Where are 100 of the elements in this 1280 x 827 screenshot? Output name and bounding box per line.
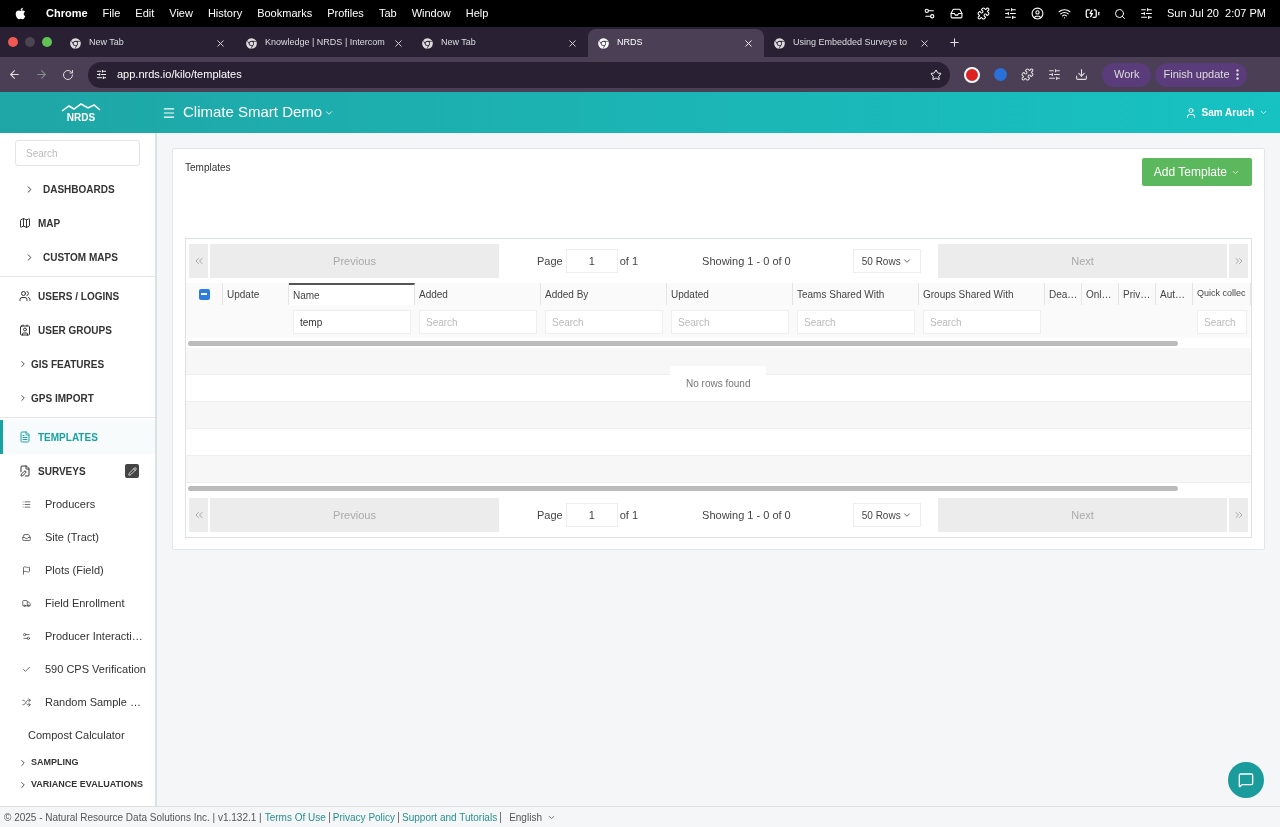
site-settings-icon[interactable]: [96, 69, 107, 80]
sidebar-item[interactable]: USERS / LOGINS: [0, 279, 155, 313]
menubar-clock: Sun Jul 20 2:07 PM: [1166, 6, 1266, 22]
select-all-checkbox[interactable]: [198, 288, 210, 300]
sidebar-item[interactable]: GPS IMPORT: [0, 381, 155, 415]
menu-item[interactable]: Profiles: [327, 5, 364, 22]
column-filter-field[interactable]: Search: [923, 310, 1041, 335]
menu-item[interactable]: Bookmarks: [257, 5, 313, 22]
language-select[interactable]: English: [509, 809, 556, 825]
reload-icon[interactable]: [62, 68, 74, 81]
sidebar-item[interactable]: Producer Interacti…: [0, 620, 155, 653]
page-label: Page: [537, 507, 563, 523]
footer-link[interactable]: Support and Tutorials: [402, 809, 498, 825]
download-icon[interactable]: [1075, 68, 1088, 81]
new-tab-icon[interactable]: [948, 36, 961, 49]
truck-icon: [22, 599, 31, 608]
sidebar-item[interactable]: Site (Tract): [0, 521, 155, 554]
close-icon[interactable]: [392, 37, 404, 49]
map-icon: [19, 217, 31, 229]
close-icon[interactable]: [215, 37, 226, 49]
caret-icon: [1259, 108, 1268, 117]
horizontal-scrollbar[interactable]: [188, 485, 1178, 491]
page-input[interactable]: 1: [565, 503, 618, 527]
menu-item[interactable]: Edit: [135, 5, 155, 22]
close-icon[interactable]: [567, 37, 578, 49]
chevron-right-icon: [18, 780, 28, 790]
browser-tab[interactable]: Knowledge | NRDS | Intercom: [236, 29, 412, 57]
tray-icon: [22, 533, 31, 542]
puzzle-icon[interactable]: [1021, 68, 1034, 81]
users-icon: [19, 290, 31, 302]
star-icon[interactable]: [930, 68, 942, 81]
document-icon: [19, 431, 31, 443]
column-filter-field[interactable]: Search: [797, 310, 915, 335]
close-icon[interactable]: [743, 37, 754, 49]
forward-icon[interactable]: [35, 68, 48, 81]
browser-tab[interactable]: New Tab: [412, 29, 588, 57]
menu-item[interactable]: History: [207, 5, 243, 22]
profile-button[interactable]: Work: [1102, 62, 1152, 87]
search-icon[interactable]: [1113, 7, 1126, 20]
sidebar-item[interactable]: DASHBOARDS: [0, 172, 155, 206]
sidebar-item[interactable]: 590 CPS Verification: [0, 653, 155, 686]
rows-select[interactable]: 50 Rows: [852, 249, 921, 273]
sidebar-item[interactable]: USER GROUPS: [0, 313, 155, 347]
chat-icon: [1238, 772, 1254, 788]
chat-button[interactable]: [1228, 762, 1264, 798]
column-filter-field[interactable]: Search: [1197, 310, 1247, 335]
status-icon[interactable]: [976, 7, 990, 20]
sliders-icon: [22, 632, 31, 641]
sidebar-item[interactable]: GIS FEATURES: [0, 347, 155, 381]
column-filter-field[interactable]: temp: [293, 310, 411, 335]
double-chevron-right-icon: [1232, 509, 1245, 521]
menu-item[interactable]: File: [102, 5, 121, 22]
status-icon[interactable]: [922, 7, 936, 20]
menu-item[interactable]: Tab: [378, 5, 397, 22]
menu-item[interactable]: Window: [411, 5, 451, 22]
address-field[interactable]: app.nrds.io/kilo/templates: [88, 61, 950, 88]
finish-update-button[interactable]: Finish update: [1155, 62, 1247, 87]
column-filter-field[interactable]: Search: [419, 310, 537, 335]
menu-app-name[interactable]: Chrome: [46, 5, 88, 22]
sidebar-item[interactable]: Plots (Field): [0, 554, 155, 587]
browser-tab[interactable]: New Tab: [60, 29, 236, 57]
close-icon[interactable]: [919, 37, 930, 49]
sidebar-item[interactable]: VARIANCE EVALUATIONS: [0, 774, 155, 796]
sidebar-search-field[interactable]: Search: [15, 140, 140, 166]
menu-item[interactable]: View: [169, 5, 193, 22]
battery-icon[interactable]: [1084, 6, 1100, 21]
sidebar-item[interactable]: SURVEYS: [0, 454, 155, 488]
wifi-icon[interactable]: [1057, 7, 1071, 20]
sidebar-item[interactable]: Producers: [0, 488, 155, 521]
sidebar-item[interactable]: Random Sample …: [0, 686, 155, 719]
column-filter-field[interactable]: Search: [671, 310, 789, 335]
status-icon[interactable]: [949, 7, 963, 20]
globe-icon: [246, 37, 257, 49]
extension-icon[interactable]: [964, 66, 980, 83]
browser-tab[interactable]: Using Embedded Surveys to: [764, 29, 940, 57]
sidebar-item[interactable]: MAP: [0, 206, 155, 240]
column-filter-field[interactable]: Search: [545, 310, 663, 335]
chevron-right-icon: [18, 359, 28, 369]
sidebar-item[interactable]: Compost Calculator: [0, 719, 155, 752]
sidebar-item[interactable]: Field Enrollment: [0, 587, 155, 620]
apple-icon[interactable]: [14, 7, 27, 20]
user-status-icon[interactable]: [1030, 7, 1044, 20]
sidebar-item[interactable]: CUSTOM MAPS: [0, 240, 155, 274]
rows-select[interactable]: 50 Rows: [852, 503, 921, 527]
sidebar-item[interactable]: SAMPLING: [0, 752, 155, 774]
menu-item[interactable]: Help: [465, 5, 489, 22]
back-icon[interactable]: [8, 68, 21, 81]
copyright-text: © 2025 - Natural Resource Data Solutions Inc. | v1.132.1 |: [4, 810, 262, 825]
status-icon[interactable]: [1003, 7, 1017, 20]
page-count: of 1: [619, 253, 639, 269]
control-center-icon[interactable]: [1139, 7, 1153, 20]
footer-link[interactable]: Privacy Policy: [332, 809, 396, 825]
edit-icon[interactable]: [125, 464, 139, 478]
chevron-down-icon: [901, 256, 912, 266]
footer-link[interactable]: Terms Of Use: [264, 809, 326, 825]
page-count: of 1: [619, 507, 639, 523]
column-header[interactable]: Name: [289, 283, 415, 305]
page-input[interactable]: 1: [565, 249, 618, 273]
horizontal-scrollbar[interactable]: [188, 340, 1178, 346]
browser-tab[interactable]: NRDS: [588, 29, 764, 57]
